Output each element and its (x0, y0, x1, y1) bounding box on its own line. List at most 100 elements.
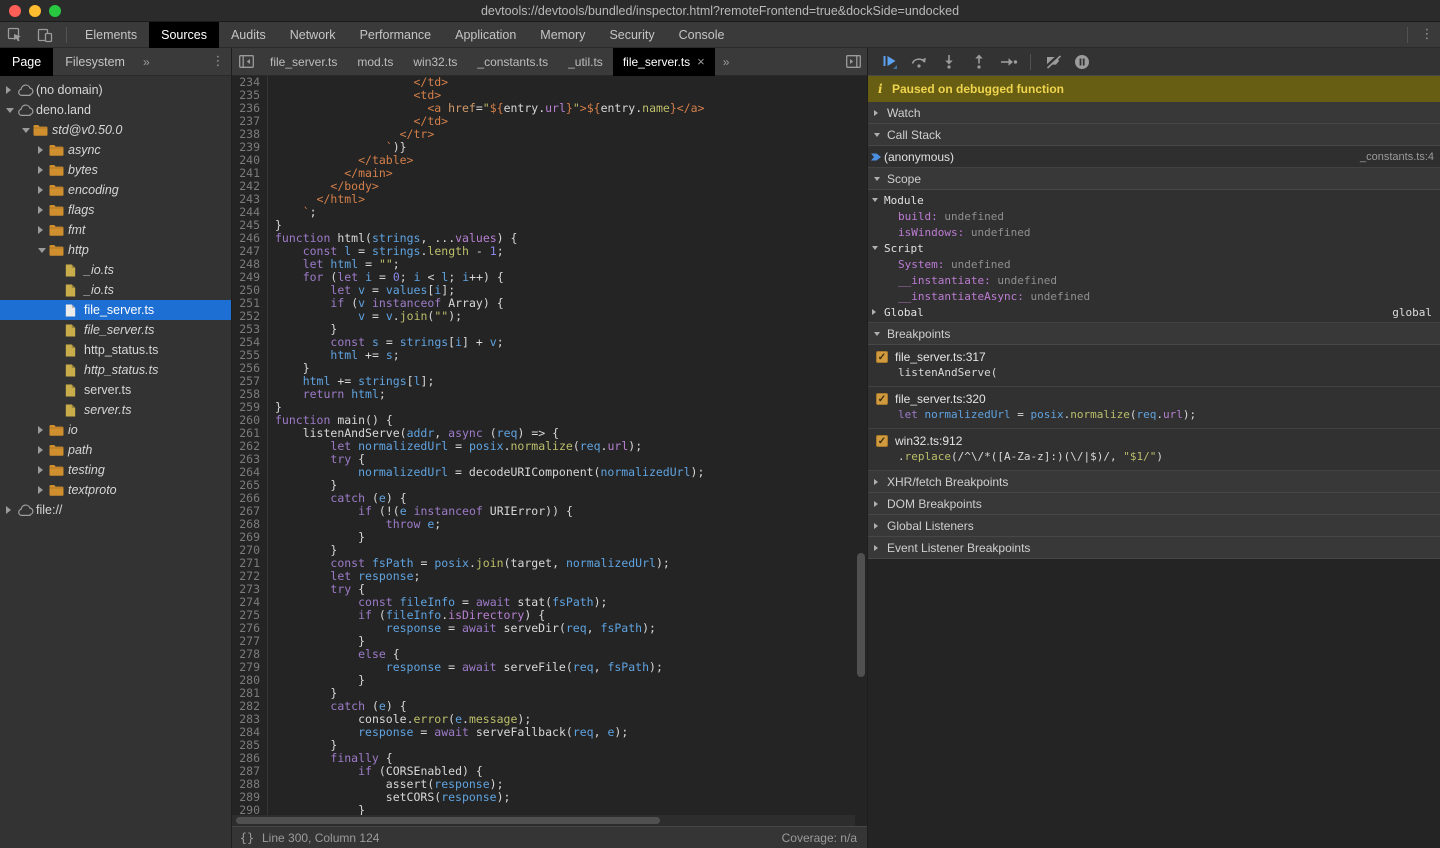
main-tab-memory[interactable]: Memory (528, 22, 597, 48)
navigator-tab-page[interactable]: Page (0, 48, 53, 76)
scope-variable[interactable]: __instantiateAsync: undefined (868, 288, 1440, 304)
main-tab-sources[interactable]: Sources (149, 22, 219, 48)
editor-tab-constants-ts[interactable]: _constants.ts (467, 48, 558, 76)
editor-horizontal-scrollbar[interactable] (232, 815, 855, 826)
step-out-button[interactable] (964, 48, 994, 76)
navigator-panel: PageFilesystem » ⋮ (no domain)deno.lands… (0, 48, 232, 848)
folder-icon (49, 144, 68, 156)
horizontal-scrollbar-handle[interactable] (236, 817, 660, 824)
tree-item-fmt[interactable]: fmt (0, 220, 231, 240)
main-tab-audits[interactable]: Audits (219, 22, 278, 48)
vertical-scrollbar-handle[interactable] (857, 553, 865, 677)
code-line[interactable]: 243 </html> (232, 193, 867, 206)
editor-tab-win32-ts[interactable]: win32.ts (403, 48, 467, 76)
editor-vertical-scrollbar[interactable] (855, 76, 867, 815)
editor-tab-mod-ts[interactable]: mod.ts (347, 48, 403, 76)
main-tab-performance[interactable]: Performance (348, 22, 444, 48)
tree-item-server-ts[interactable]: server.ts (0, 400, 231, 420)
main-menu-icon[interactable]: ⋮ (1414, 27, 1440, 42)
step-button[interactable] (994, 48, 1024, 76)
section-header-call-stack[interactable]: Call Stack (868, 124, 1440, 146)
section-header-breakpoints[interactable]: Breakpoints (868, 323, 1440, 345)
navigator-more-tabs[interactable]: » (137, 55, 156, 69)
call-stack-frame[interactable]: (anonymous)_constants.ts:4 (868, 146, 1440, 168)
deactivate-breakpoints-button[interactable] (1037, 48, 1067, 76)
breakpoint-checkbox[interactable]: ✓ (876, 393, 888, 405)
scope-variable[interactable]: isWindows: undefined (868, 224, 1440, 240)
editor-more-tabs[interactable]: » (715, 55, 738, 69)
main-tab-elements[interactable]: Elements (73, 22, 149, 48)
editor-tab-file-server-ts[interactable]: file_server.ts× (613, 48, 715, 76)
inspect-element-icon[interactable] (0, 22, 30, 48)
tree-item-file-server-ts[interactable]: file_server.ts (0, 300, 231, 320)
tree-item-textproto[interactable]: textproto (0, 480, 231, 500)
tree-item-deno-land[interactable]: deno.land (0, 100, 231, 120)
breakpoint-checkbox[interactable]: ✓ (876, 435, 888, 447)
section-header-global-listeners[interactable]: Global Listeners (868, 515, 1440, 537)
tree-item-http-status-ts[interactable]: http_status.ts (0, 340, 231, 360)
breakpoint-location-row[interactable]: ✓file_server.ts:320 (868, 390, 1440, 408)
main-tab-network[interactable]: Network (278, 22, 348, 48)
section-header-event-listener-breakpoints[interactable]: Event Listener Breakpoints (868, 537, 1440, 559)
code-editor[interactable]: 234 </td>235 <td>236 <a href="${entry.ur… (232, 76, 867, 826)
breakpoint-location-row[interactable]: ✓win32.ts:912 (868, 432, 1440, 450)
navigator-tab-filesystem[interactable]: Filesystem (53, 48, 137, 76)
tree-item-io-ts[interactable]: _io.ts (0, 260, 231, 280)
tree-item-label: file_server.ts (84, 323, 154, 337)
scope-group-module[interactable]: Module (868, 192, 1440, 208)
tree-item-file-server-ts[interactable]: file_server.ts (0, 320, 231, 340)
section-header-watch[interactable]: Watch (868, 102, 1440, 124)
section-header-dom-breakpoints[interactable]: DOM Breakpoints (868, 493, 1440, 515)
tree-item-http[interactable]: http (0, 240, 231, 260)
breakpoint-checkbox[interactable]: ✓ (876, 351, 888, 363)
navigator-menu-icon[interactable]: ⋮ (205, 54, 231, 69)
pretty-print-button[interactable]: {} (232, 831, 262, 845)
hide-navigator-icon[interactable] (232, 48, 260, 76)
breakpoint-code[interactable]: let normalizedUrl = posix.normalize(req.… (868, 408, 1440, 424)
tree-item-path[interactable]: path (0, 440, 231, 460)
tree-item-flags[interactable]: flags (0, 200, 231, 220)
close-tab-icon[interactable]: × (697, 48, 705, 76)
toolbar-separator (1407, 27, 1408, 43)
tree-item-async[interactable]: async (0, 140, 231, 160)
tree-item-io-ts[interactable]: _io.ts (0, 280, 231, 300)
step-into-button[interactable] (934, 48, 964, 76)
breakpoint-code[interactable]: .replace(/^\/*([A-Za-z]:)(\/|$)/, "$1/") (868, 450, 1440, 466)
step-over-button[interactable] (904, 48, 934, 76)
scope-variable[interactable]: __instantiate: undefined (868, 272, 1440, 288)
tree-item-label: textproto (68, 483, 117, 497)
breakpoint-code[interactable]: listenAndServe( (868, 366, 1440, 382)
main-tab-console[interactable]: Console (667, 22, 737, 48)
code-line[interactable]: 244 `; (232, 206, 867, 219)
main-tab-security[interactable]: Security (597, 22, 666, 48)
tree-item-file[interactable]: file:// (0, 500, 231, 520)
tree-item-label: flags (68, 203, 94, 217)
tree-item-http-status-ts[interactable]: http_status.ts (0, 360, 231, 380)
resume-button[interactable] (874, 48, 904, 76)
code-line[interactable]: 255 html += s; (232, 349, 867, 362)
section-header-scope[interactable]: Scope (868, 168, 1440, 190)
editor-tab-util-ts[interactable]: _util.ts (558, 48, 613, 76)
tree-item-server-ts[interactable]: server.ts (0, 380, 231, 400)
scope-group-script[interactable]: Script (868, 240, 1440, 256)
tree-item-io[interactable]: io (0, 420, 231, 440)
tree-item-encoding[interactable]: encoding (0, 180, 231, 200)
step-icon (1000, 55, 1018, 69)
editor-tab-file-server-ts[interactable]: file_server.ts (260, 48, 347, 76)
tree-item-testing[interactable]: testing (0, 460, 231, 480)
tree-item-std-v0-50-0[interactable]: std@v0.50.0 (0, 120, 231, 140)
code-line[interactable]: 258 return html; (232, 388, 867, 401)
pause-on-exceptions-button[interactable] (1067, 48, 1097, 76)
section-header-xhr-fetch-breakpoints[interactable]: XHR/fetch Breakpoints (868, 471, 1440, 493)
file-yellow-icon (65, 384, 84, 397)
breakpoint-location-row[interactable]: ✓file_server.ts:317 (868, 348, 1440, 366)
hide-debugger-icon[interactable] (839, 48, 867, 76)
scope-variable[interactable]: build: undefined (868, 208, 1440, 224)
device-toolbar-icon[interactable] (30, 22, 60, 48)
tree-item-bytes[interactable]: bytes (0, 160, 231, 180)
tree-item-label: server.ts (84, 383, 131, 397)
scope-group-global[interactable]: Globalglobal (868, 304, 1440, 320)
scope-variable[interactable]: System: undefined (868, 256, 1440, 272)
main-tab-application[interactable]: Application (443, 22, 528, 48)
tree-item-no-domain[interactable]: (no domain) (0, 80, 231, 100)
